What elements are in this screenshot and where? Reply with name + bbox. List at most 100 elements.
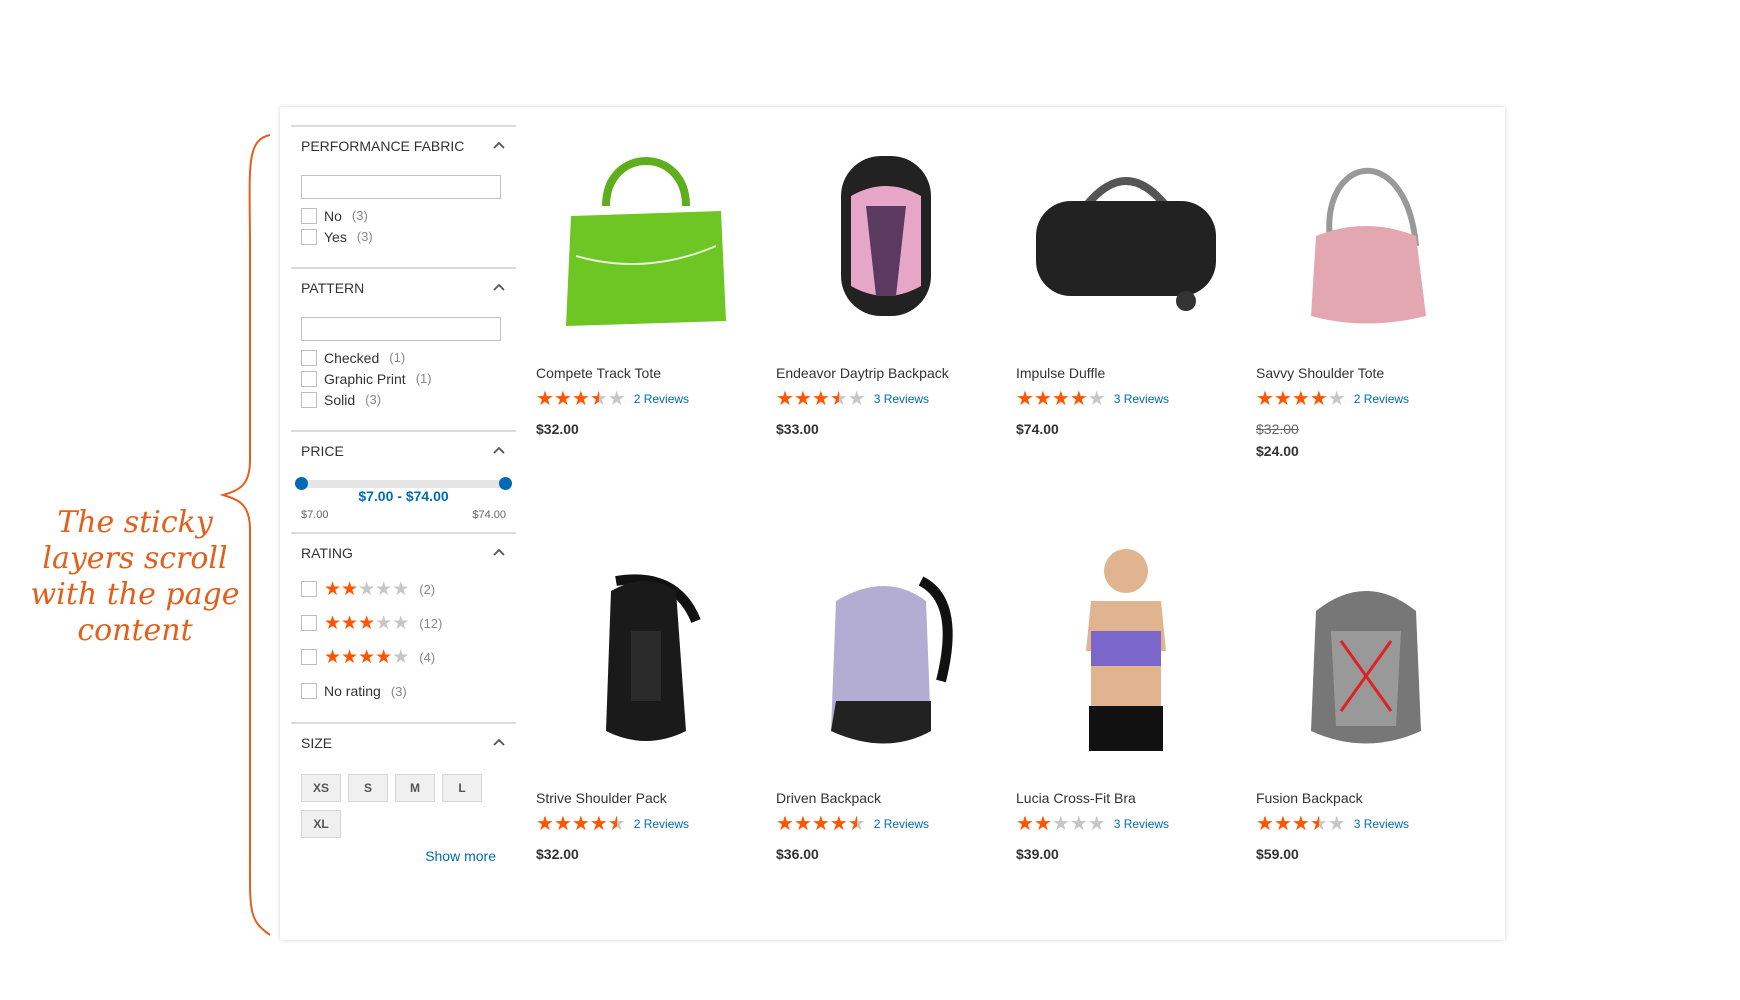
filter-option[interactable]: Yes (3) — [301, 226, 506, 247]
product-card[interactable]: Endeavor Daytrip Backpack ★ ★ ★ ★ ★ 3 Reviews $… — [776, 121, 996, 437]
star-filled-icon: ★ — [776, 813, 794, 835]
product-price: $32.00 — [536, 421, 579, 437]
checkbox[interactable] — [301, 683, 317, 699]
product-card[interactable]: Driven Backpack ★ ★ ★ ★ ★ 2 Reviews $36.00 — [776, 546, 996, 862]
size-option-m[interactable]: M — [395, 774, 435, 802]
checkbox[interactable] — [301, 391, 317, 408]
slider-track[interactable] — [301, 480, 506, 488]
product-card[interactable]: Strive Shoulder Pack ★ ★ ★ ★ ★ 2 Reviews $32.00 — [536, 546, 756, 862]
product-image[interactable] — [536, 121, 756, 351]
product-name[interactable]: Lucia Cross-Fit Bra — [1016, 790, 1236, 806]
product-image[interactable] — [1016, 121, 1236, 351]
product-name[interactable]: Savvy Shoulder Tote — [1256, 365, 1476, 381]
size-option-xs[interactable]: XS — [301, 774, 341, 802]
product-image[interactable] — [776, 121, 996, 351]
reviews-link[interactable]: 3 Reviews — [1114, 392, 1169, 406]
size-option-s[interactable]: S — [348, 774, 388, 802]
product-rating: ★ ★ ★ ★ ★ 2 Reviews — [536, 389, 756, 409]
product-image[interactable] — [536, 546, 756, 776]
filter-option-rating[interactable]: ★ ★ ★ ★ ★ (2) — [301, 572, 506, 606]
product-name[interactable]: Impulse Duffle — [1016, 365, 1236, 381]
product-card[interactable]: Savvy Shoulder Tote ★ ★ ★ ★ ★ 2 Reviews $32.00 $… — [1256, 121, 1476, 459]
product-card[interactable]: Lucia Cross-Fit Bra ★ ★ ★ ★ ★ 3 Reviews $39.00 — [1016, 546, 1236, 862]
chevron-up-icon[interactable] — [492, 736, 506, 750]
filter-option[interactable]: Graphic Print (1) — [301, 368, 506, 389]
filter-option-rating[interactable]: ★ ★ ★ ★ ★ (4) — [301, 640, 506, 674]
reviews-link[interactable]: 2 Reviews — [874, 817, 929, 831]
filter-search-input[interactable] — [301, 175, 501, 199]
star-filled-icon: ★ — [358, 612, 376, 634]
star-empty-icon: ★ — [607, 388, 626, 410]
product-card[interactable]: Compete Track Tote ★ ★ ★ ★ ★ 2 Reviews $32.00 — [536, 121, 756, 437]
product-image[interactable] — [1256, 121, 1476, 351]
filter-head[interactable]: SIZE — [301, 724, 506, 762]
product-name[interactable]: Strive Shoulder Pack — [536, 790, 756, 806]
chevron-up-icon[interactable] — [492, 546, 506, 560]
option-count: (1) — [415, 371, 432, 386]
product-rating: ★ ★ ★ ★ ★ 2 Reviews — [1256, 389, 1476, 409]
filter-option[interactable]: No (3) — [301, 205, 506, 226]
filter-price: PRICE $7.00 - $74.00 $7.00 $74.00 — [291, 430, 516, 532]
product-image[interactable] — [1016, 546, 1236, 776]
checkbox[interactable] — [301, 581, 317, 597]
reviews-link[interactable]: 2 Reviews — [634, 392, 689, 406]
star-filled-icon: ★ — [1016, 813, 1034, 835]
filter-search-input[interactable] — [301, 317, 501, 341]
product-image[interactable] — [776, 546, 996, 776]
show-more-link[interactable]: Show more — [301, 848, 506, 864]
filter-option-no-rating[interactable]: No rating (3) — [301, 674, 506, 708]
star-empty-icon: ★ — [1327, 388, 1346, 410]
checkbox[interactable] — [301, 615, 317, 631]
checkbox[interactable] — [301, 349, 317, 366]
star-filled-icon: ★ — [1033, 388, 1052, 410]
checkbox[interactable] — [301, 228, 317, 245]
chevron-up-icon[interactable] — [492, 281, 506, 295]
product-price: $33.00 — [776, 421, 819, 437]
option-label: No — [324, 207, 342, 224]
product-card[interactable]: Fusion Backpack ★ ★ ★ ★ ★ 3 Reviews $59.00 — [1256, 546, 1476, 862]
product-price: $39.00 — [1016, 846, 1059, 862]
product-name[interactable]: Compete Track Tote — [536, 365, 756, 381]
star-half-icon: ★ — [589, 388, 608, 410]
star-empty-icon: ★ — [392, 646, 410, 668]
star-filled-icon: ★ — [1256, 813, 1274, 835]
filter-title: SIZE — [301, 735, 333, 751]
filter-head[interactable]: PRICE — [301, 432, 506, 470]
product-name[interactable]: Endeavor Daytrip Backpack — [776, 365, 996, 381]
size-option-l[interactable]: L — [442, 774, 482, 802]
filter-size: SIZE XS S M L XL Show more — [291, 722, 516, 864]
reviews-link[interactable]: 3 Reviews — [874, 392, 929, 406]
product-rating: ★ ★ ★ ★ ★ 3 Reviews — [776, 389, 996, 409]
price-range-label: $7.00 - $74.00 — [358, 488, 449, 504]
price-slider[interactable]: $7.00 - $74.00 $7.00 $74.00 — [295, 470, 512, 524]
product-card[interactable]: Impulse Duffle ★ ★ ★ ★ ★ 3 Reviews $74.00 — [1016, 121, 1236, 437]
filter-head[interactable]: PERFORMANCE FABRIC — [301, 127, 506, 165]
chevron-up-icon[interactable] — [492, 444, 506, 458]
star-empty-icon: ★ — [375, 578, 393, 600]
price-max-label: $74.00 — [472, 509, 506, 521]
option-count: (12) — [419, 615, 443, 631]
reviews-link[interactable]: 3 Reviews — [1354, 817, 1409, 831]
product-image[interactable] — [1256, 546, 1476, 776]
option-label: Checked — [324, 349, 380, 366]
reviews-link[interactable]: 3 Reviews — [1114, 817, 1169, 831]
filter-performance-fabric: PERFORMANCE FABRIC No (3) Yes (3) — [291, 125, 516, 267]
reviews-link[interactable]: 2 Reviews — [634, 817, 689, 831]
checkbox[interactable] — [301, 370, 317, 387]
filter-head[interactable]: PATTERN — [301, 269, 506, 307]
star-filled-icon: ★ — [1069, 388, 1088, 410]
filter-option[interactable]: Checked (1) — [301, 347, 506, 368]
product-name[interactable]: Driven Backpack — [776, 790, 996, 806]
chevron-up-icon[interactable] — [492, 139, 506, 153]
filter-option-rating[interactable]: ★ ★ ★ ★ ★ (12) — [301, 606, 506, 640]
filter-rating: RATING ★ ★ ★ ★ ★ (2) ★ ★ ★ ★ ★ (12) ★ ★ ★ ★ ★ (4) No rati… — [291, 532, 516, 722]
reviews-link[interactable]: 2 Reviews — [1354, 392, 1409, 406]
option-count: (3) — [351, 208, 368, 223]
checkbox[interactable] — [301, 649, 317, 665]
star-filled-icon: ★ — [1016, 388, 1034, 410]
size-option-xl[interactable]: XL — [301, 810, 341, 838]
product-name[interactable]: Fusion Backpack — [1256, 790, 1476, 806]
filter-option[interactable]: Solid (3) — [301, 389, 506, 410]
filter-head[interactable]: RATING — [301, 534, 506, 572]
checkbox[interactable] — [301, 207, 317, 224]
